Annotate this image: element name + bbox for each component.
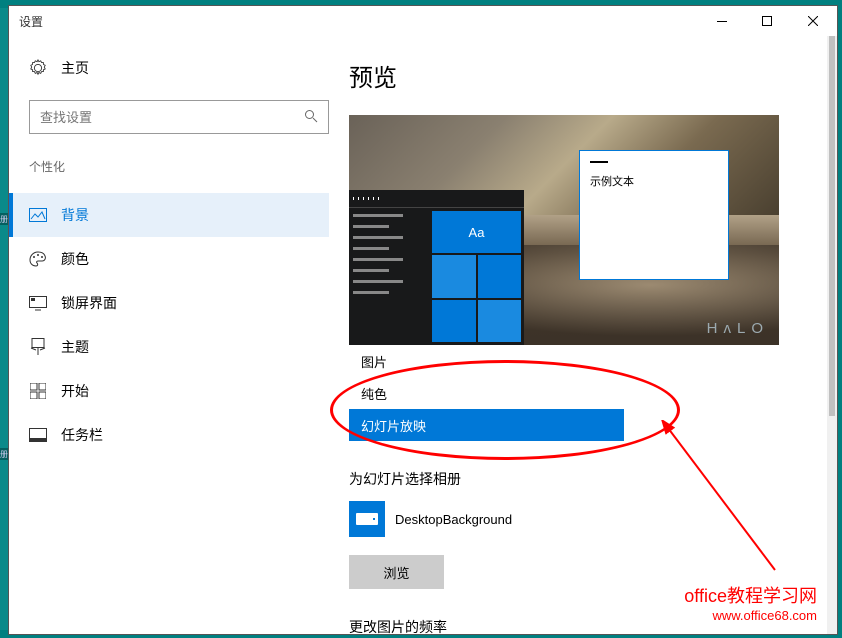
maximize-icon (762, 16, 772, 26)
halo-logo: HᴧLO (707, 320, 769, 337)
settings-window: 设置 主页 (8, 5, 838, 635)
sample-window: 示例文本 (579, 150, 729, 280)
start-header (349, 190, 524, 208)
dropdown-option-picture[interactable]: 图片 (349, 345, 624, 377)
tile-small (432, 300, 476, 342)
home-label: 主页 (61, 58, 89, 78)
tile-small (432, 255, 476, 297)
start-tiles: Aa (429, 208, 524, 345)
album-name: DesktopBackground (395, 512, 512, 527)
sample-text: 示例文本 (590, 173, 718, 189)
minimize-icon (717, 21, 727, 22)
desktop-left-edge: 册 册 (0, 8, 8, 630)
watermark-title: office教程学习网 (684, 582, 817, 608)
page-title: 预览 (349, 58, 807, 93)
nav-item-start[interactable]: 开始 (9, 369, 329, 413)
start-body: Aa (349, 208, 524, 345)
album-row: DesktopBackground (349, 501, 807, 537)
main-panel: 预览 HᴧLO Aa (349, 36, 837, 634)
watermark: office教程学习网 www.office68.com (684, 582, 817, 623)
maximize-button[interactable] (744, 6, 789, 36)
nav-list: 背景 颜色 锁屏界面 (9, 193, 329, 457)
start-list (349, 208, 429, 345)
gear-icon (29, 59, 47, 77)
picture-icon (29, 206, 47, 224)
search-box[interactable] (29, 100, 329, 134)
close-icon (808, 16, 818, 26)
nav-label: 颜色 (61, 249, 89, 269)
dropdown-option-slideshow[interactable]: 幻灯片放映 (349, 409, 624, 441)
nav-item-themes[interactable]: 主题 (9, 325, 329, 369)
start-dots (353, 197, 381, 200)
grid-icon (29, 382, 47, 400)
monitor-icon (29, 294, 47, 312)
close-button[interactable] (789, 6, 837, 36)
ruler-tick: 册 (0, 213, 8, 225)
tile-big: Aa (432, 211, 521, 253)
browse-button[interactable]: 浏览 (349, 555, 444, 589)
dropdown-option-solid[interactable]: 纯色 (349, 377, 624, 409)
nav-item-background[interactable]: 背景 (9, 193, 329, 237)
search-icon (304, 109, 318, 126)
background-type-dropdown[interactable]: 图片 纯色 幻灯片放映 (349, 345, 624, 441)
window-title: 设置 (19, 13, 43, 30)
folder-icon (349, 501, 385, 537)
background-preview: HᴧLO Aa (349, 115, 779, 345)
start-menu-mock: Aa (349, 190, 524, 345)
nav-label: 任务栏 (61, 425, 103, 445)
tile-small (478, 300, 522, 342)
album-section-label: 为幻灯片选择相册 (349, 469, 807, 489)
nav-label: 主题 (61, 337, 89, 357)
nav-item-colors[interactable]: 颜色 (9, 237, 329, 281)
palette-icon (29, 250, 47, 268)
minimize-button[interactable] (699, 6, 744, 36)
nav-item-lockscreen[interactable]: 锁屏界面 (9, 281, 329, 325)
nav-label: 锁屏界面 (61, 293, 117, 313)
scrollbar[interactable] (827, 36, 837, 634)
brush-icon (29, 338, 47, 356)
sidebar: 主页 个性化 背景 (9, 36, 349, 634)
taskbar-icon (29, 426, 47, 444)
sample-bar (590, 161, 608, 163)
nav-label: 背景 (61, 205, 89, 225)
titlebar: 设置 (9, 6, 837, 36)
scroll-thumb[interactable] (829, 36, 835, 416)
ruler-tick: 册 (0, 448, 8, 460)
window-controls (699, 6, 837, 36)
content-area: 主页 个性化 背景 (9, 36, 837, 634)
watermark-url: www.office68.com (684, 608, 817, 623)
search-input[interactable] (40, 110, 304, 125)
nav-label: 开始 (61, 381, 89, 401)
tile-small (478, 255, 522, 297)
home-link[interactable]: 主页 (29, 58, 329, 78)
category-label: 个性化 (29, 158, 329, 175)
nav-item-taskbar[interactable]: 任务栏 (9, 413, 329, 457)
